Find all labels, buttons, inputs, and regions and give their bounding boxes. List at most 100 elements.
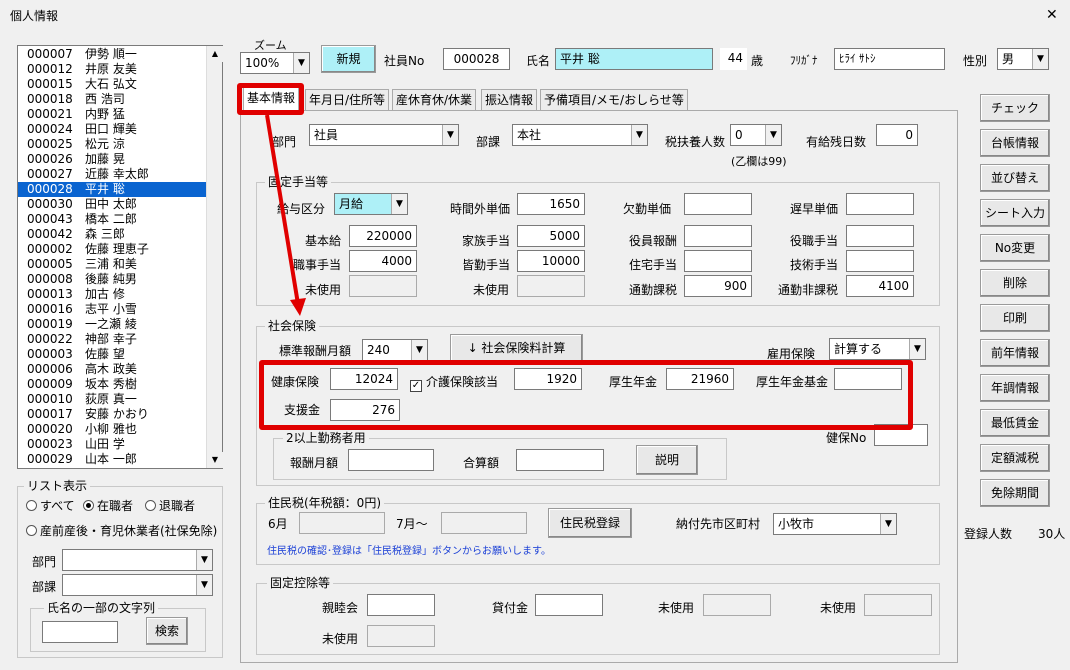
ledger-button[interactable]: 台帳情報 — [980, 129, 1050, 157]
employee-list-item[interactable]: 000024 田口 輝美 — [18, 122, 222, 137]
employee-list-item[interactable]: 000005 三浦 和美 — [18, 257, 222, 272]
employee-list-item[interactable]: 000008 後藤 純男 — [18, 272, 222, 287]
employee-list-item[interactable]: 000009 坂本 秀樹 — [18, 377, 222, 392]
city-select[interactable]: 小牧市 ▼ — [773, 513, 897, 535]
employee-list-item[interactable]: 000020 小柳 雅也 — [18, 422, 222, 437]
duty-field[interactable]: 4000 — [349, 250, 417, 272]
employee-list-item[interactable]: 000030 田中 太郎 — [18, 197, 222, 212]
prev-year-button[interactable]: 前年情報 — [980, 339, 1050, 367]
employee-list-item[interactable]: 000013 加古 修 — [18, 287, 222, 302]
dual-total-field[interactable] — [516, 449, 604, 471]
skill-field[interactable] — [846, 250, 914, 272]
loan-field[interactable] — [535, 594, 603, 616]
employee-list-item[interactable]: 000003 佐藤 望 — [18, 347, 222, 362]
sheet-input-button[interactable]: シート入力 — [980, 199, 1050, 227]
print-button[interactable]: 印刷 — [980, 304, 1050, 332]
employment-select[interactable]: 計算する ▼ — [829, 338, 926, 360]
housing-field[interactable] — [684, 250, 752, 272]
resident-tax-register-button[interactable]: 住民税登録 — [548, 508, 632, 538]
tab-leave[interactable]: 産休育休/休業 — [392, 89, 477, 111]
kana-field[interactable]: ﾋﾗｲ ｻﾄｼ — [834, 48, 945, 70]
tab-memo[interactable]: 予備項目/メモ/おしらせ等 — [540, 89, 688, 111]
employee-list-item[interactable]: 000021 内野 猛 — [18, 107, 222, 122]
employee-list-item[interactable]: 000015 大石 弘文 — [18, 77, 222, 92]
year-end-button[interactable]: 年調情報 — [980, 374, 1050, 402]
chevron-down-icon: ▼ — [765, 125, 781, 145]
sort-button[interactable]: 並び替え — [980, 164, 1050, 192]
commute-nontax-field[interactable]: 4100 — [846, 275, 914, 297]
dept-select[interactable]: 社員 ▼ — [309, 124, 459, 146]
employee-list-item[interactable]: 000006 高木 政美 — [18, 362, 222, 377]
employee-list-item[interactable]: 000019 一之瀬 綾 — [18, 317, 222, 332]
search-button[interactable]: 検索 — [146, 617, 188, 645]
exec-field[interactable] — [684, 225, 752, 247]
radio-active[interactable]: 在職者 — [83, 498, 133, 514]
filter-dept-select[interactable]: ▼ — [62, 549, 213, 571]
family-field[interactable]: 5000 — [517, 225, 585, 247]
section-select[interactable]: 本社 ▼ — [512, 124, 648, 146]
base-field[interactable]: 220000 — [349, 225, 417, 247]
employee-list-item[interactable]: 000002 佐藤 理恵子 — [18, 242, 222, 257]
tab-bank[interactable]: 振込情報 — [481, 89, 538, 111]
late-field[interactable] — [846, 193, 914, 215]
attendance-field[interactable]: 10000 — [517, 250, 585, 272]
zoom-select[interactable]: 100% ▼ — [240, 52, 310, 74]
employee-list-item[interactable]: 000029 山本 一郎 — [18, 452, 222, 467]
name-field[interactable]: 平井 聡 — [555, 48, 713, 70]
explain-button[interactable]: 説明 — [636, 445, 698, 475]
employee-list-item[interactable]: 000027 近藤 幸太郎 — [18, 167, 222, 182]
pay-type-select[interactable]: 月給 ▼ — [334, 193, 408, 215]
employee-list[interactable]: 000007 伊勢 順一 000012 井原 友美 000015 大石 弘文 000018 西… — [17, 45, 223, 469]
check-button[interactable]: チェック — [980, 94, 1050, 122]
absence-field[interactable] — [684, 193, 752, 215]
social-club-field[interactable] — [367, 594, 435, 616]
name-search-input[interactable] — [42, 621, 118, 643]
scroll-up-icon[interactable]: ▲ — [207, 46, 223, 62]
position-field[interactable] — [846, 225, 914, 247]
radio-retired[interactable]: 退職者 — [145, 498, 195, 514]
delete-button[interactable]: 削除 — [980, 269, 1050, 297]
dependents-select[interactable]: 0 ▼ — [730, 124, 782, 146]
employee-list-item[interactable]: 000016 志平 小雪 — [18, 302, 222, 317]
employee-list-item[interactable]: 000042 森 三郎 — [18, 227, 222, 242]
list-scrollbar[interactable]: ▲ ▼ — [206, 46, 223, 468]
employee-list-item[interactable]: 000026 加藤 晃 — [18, 152, 222, 167]
employee-list-item[interactable]: 000028 平井 聡 — [18, 182, 222, 197]
calc-insurance-button[interactable]: ↓ 社会保険料計算 — [450, 334, 583, 362]
paid-leave-field[interactable]: 0 — [876, 124, 918, 146]
radio-leave[interactable]: 産前産後・育児休業者(社保免除) — [26, 523, 217, 539]
employee-no: 000027 — [27, 167, 73, 181]
exemption-button[interactable]: 免除期間 — [980, 479, 1050, 507]
employee-list-item[interactable]: 000025 松元 涼 — [18, 137, 222, 152]
annotation-tab-highlight — [237, 83, 304, 115]
employee-list-item[interactable]: 000010 荻原 真一 — [18, 392, 222, 407]
radio-all[interactable]: すべて — [26, 498, 75, 514]
employee-name: 田中 太郎 — [85, 197, 137, 211]
new-button[interactable]: 新規 — [321, 45, 376, 73]
employee-no: 000026 — [27, 152, 73, 166]
employee-list-item[interactable]: 000012 井原 友美 — [18, 62, 222, 77]
chevron-down-icon: ▼ — [1032, 49, 1048, 69]
min-wage-button[interactable]: 最低賃金 — [980, 409, 1050, 437]
close-icon[interactable]: ✕ — [1046, 7, 1058, 23]
employee-list-item[interactable]: 000043 橋本 二郎 — [18, 212, 222, 227]
tax-reduction-button[interactable]: 定額減税 — [980, 444, 1050, 472]
employee-no: 000015 — [27, 77, 73, 91]
gender-select[interactable]: 男 ▼ — [997, 48, 1049, 70]
tab-dates[interactable]: 年月日/住所等 — [305, 89, 390, 111]
emp-no-field[interactable]: 000028 — [443, 48, 510, 70]
filter-section-select[interactable]: ▼ — [62, 574, 213, 596]
overtime-field[interactable]: 1650 — [517, 193, 585, 215]
employee-list-item[interactable]: 000022 神部 幸子 — [18, 332, 222, 347]
std-select[interactable]: 240 ▼ — [362, 339, 428, 361]
employee-list-item[interactable]: 000023 山田 学 — [18, 437, 222, 452]
scroll-down-icon[interactable]: ▼ — [207, 452, 223, 468]
section-label: 部課 — [476, 135, 501, 149]
employee-name: 田口 輝美 — [85, 122, 137, 136]
no-change-button[interactable]: No変更 — [980, 234, 1050, 262]
employee-list-item[interactable]: 000017 安藤 かおり — [18, 407, 222, 422]
employee-list-item[interactable]: 000018 西 浩司 — [18, 92, 222, 107]
commute-tax-field[interactable]: 900 — [684, 275, 752, 297]
dual-pay-field[interactable] — [348, 449, 434, 471]
employee-list-item[interactable]: 000007 伊勢 順一 — [18, 47, 222, 62]
